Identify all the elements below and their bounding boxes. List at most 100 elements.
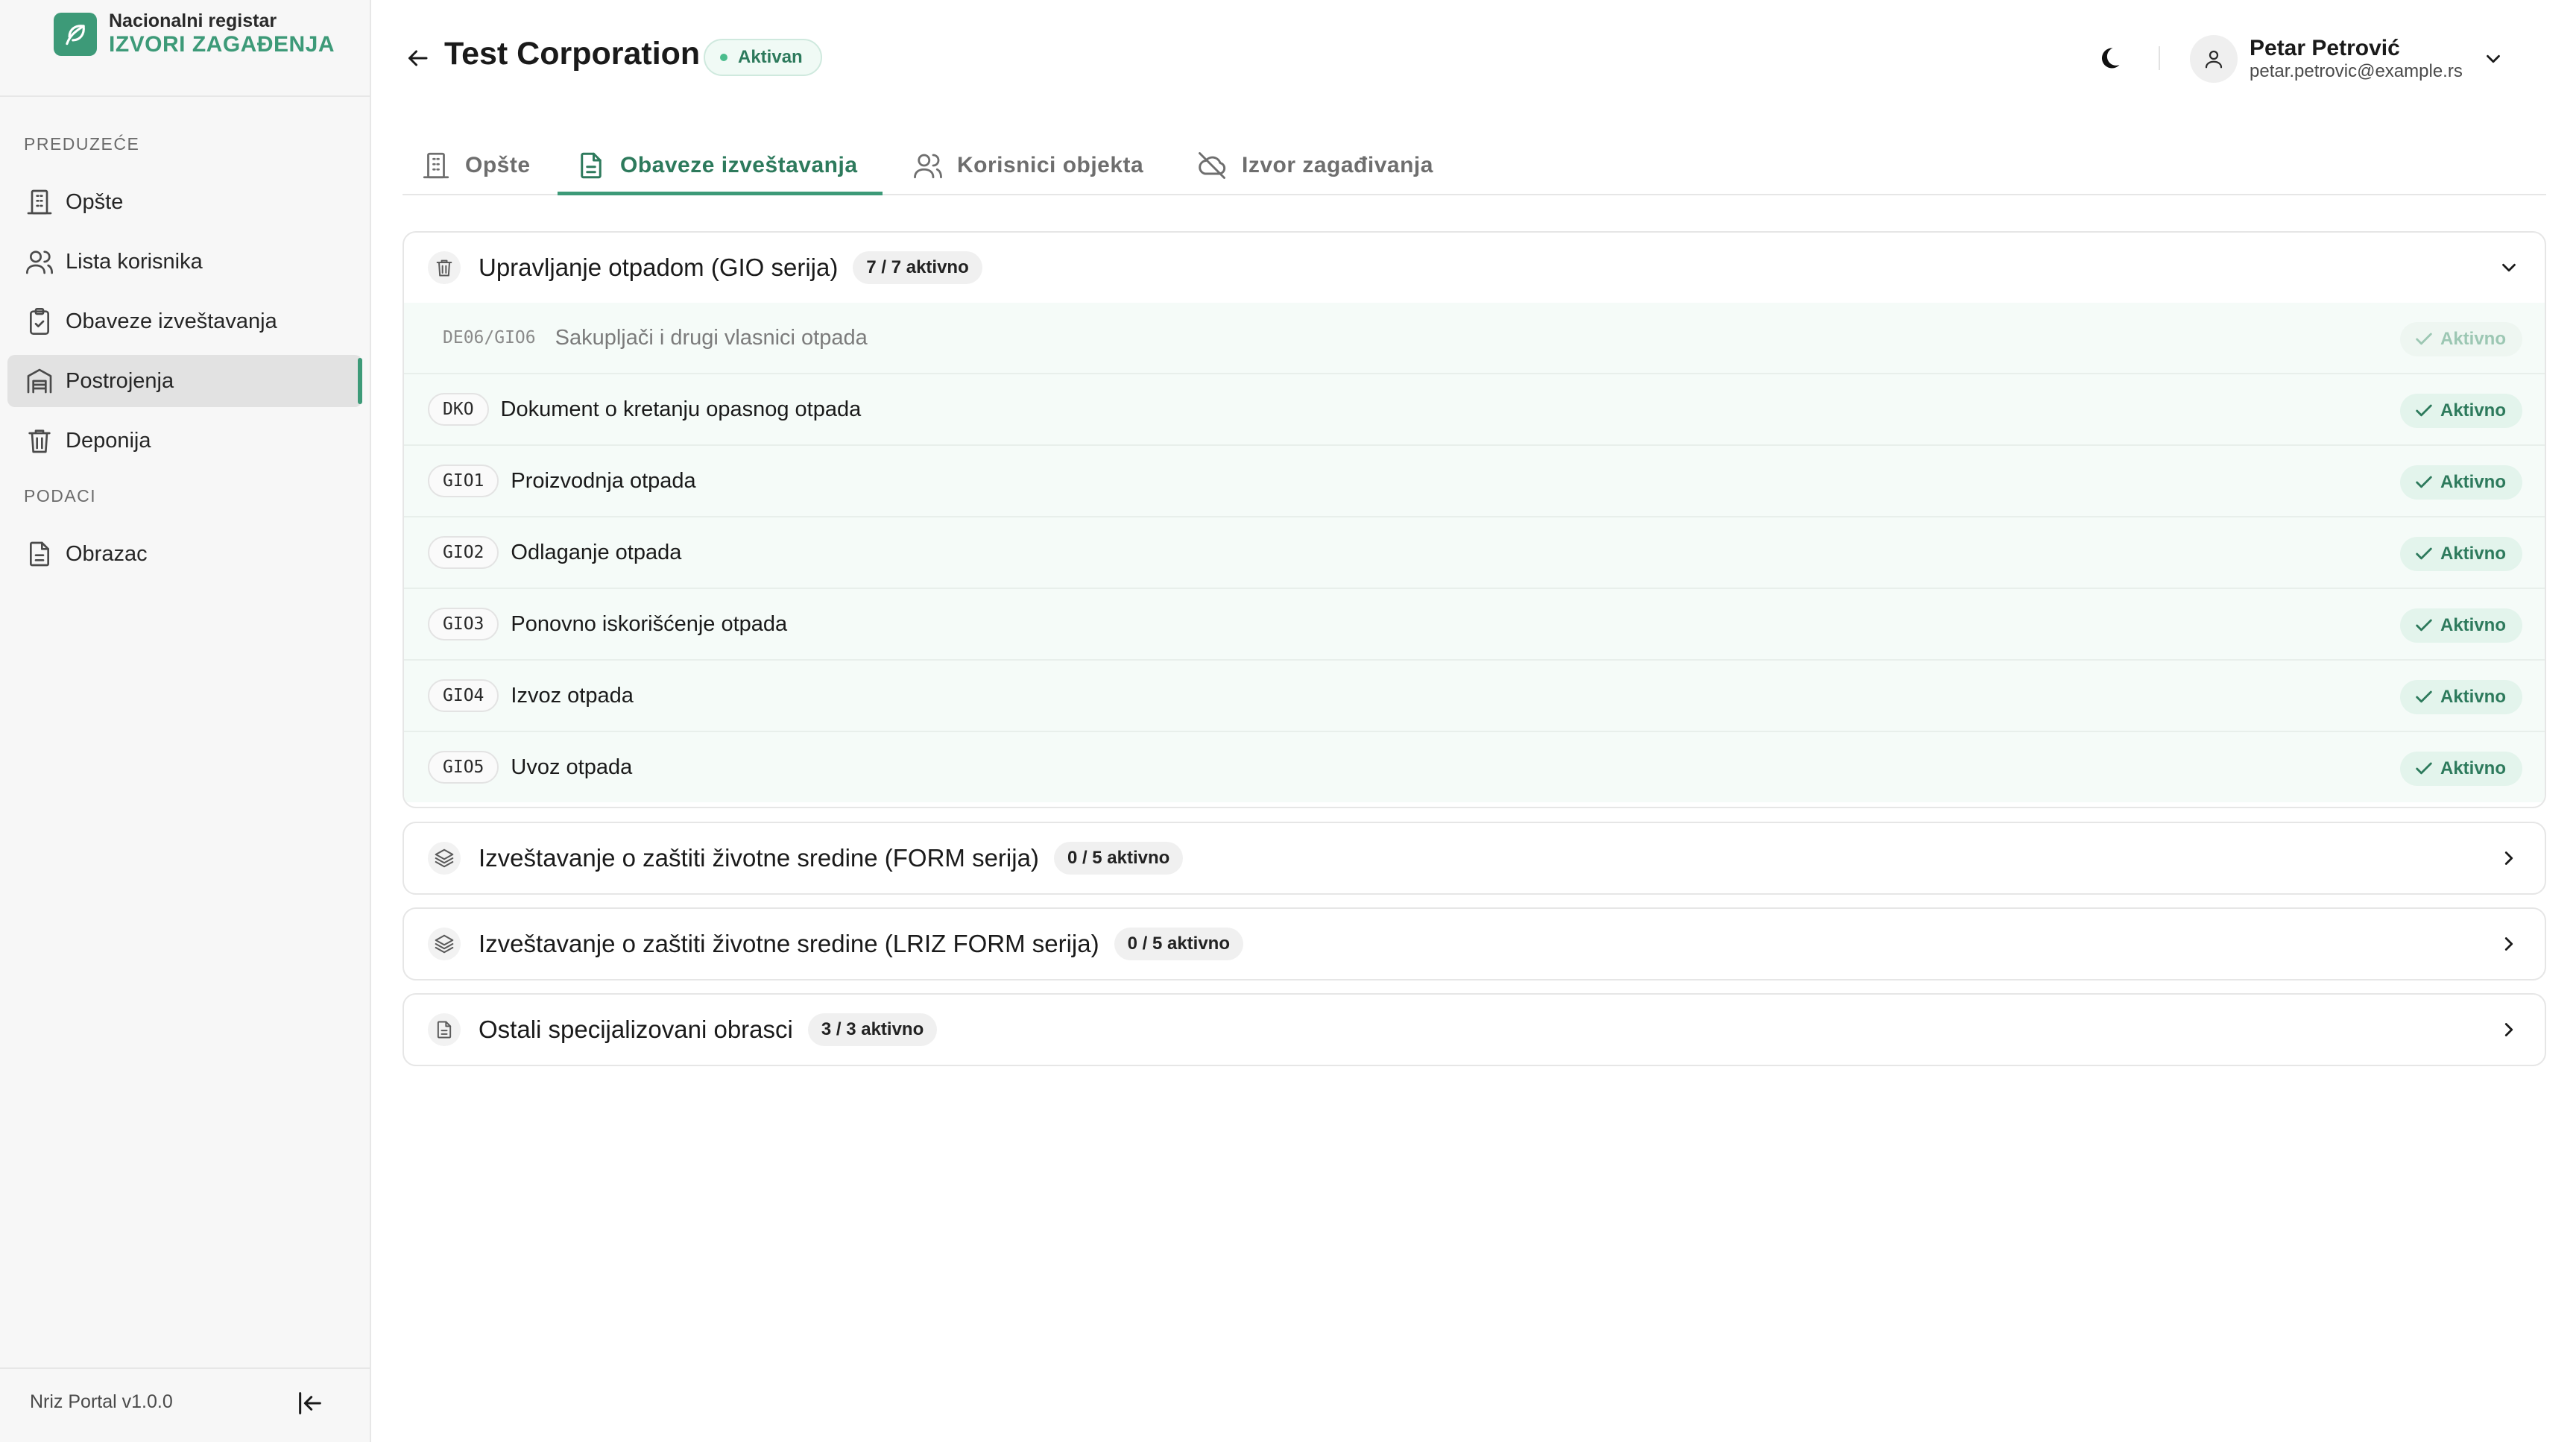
brand[interactable]: Nacionalni registar IZVORI ZAGAĐENJA xyxy=(54,12,335,56)
check-icon xyxy=(2416,333,2432,345)
user-email: petar.petrovic@example.rs xyxy=(2250,61,2463,82)
users-icon xyxy=(912,150,944,181)
status-dot-icon xyxy=(720,54,727,61)
sidebar-item-opste[interactable]: Opšte xyxy=(7,176,362,228)
status-label: Aktivan xyxy=(738,47,803,67)
status-badge: Aktivno xyxy=(2399,465,2522,500)
back-button[interactable] xyxy=(400,40,435,76)
sidebar-item-deponija[interactable]: Deponija xyxy=(7,415,362,467)
status-badge: Aktivno xyxy=(2399,537,2522,571)
obligation-code: GIO3 xyxy=(428,608,499,640)
nav-section-preduzece: PREDUZEĆE xyxy=(24,134,140,154)
obligation-code: GIO2 xyxy=(428,536,499,569)
group-count-badge: 7 / 7 aktivno xyxy=(853,251,982,284)
obligation-label: Sakupljači i drugi vlasnici otpada xyxy=(555,325,868,350)
sidebar-item-label: Deponija xyxy=(66,428,151,453)
sidebar-item-label: Postrojenja xyxy=(66,368,174,393)
group-header[interactable]: Izveštavanje o zaštiti životne sredine (… xyxy=(404,823,2545,893)
sidebar-item-lista-korisnika[interactable]: Lista korisnika xyxy=(7,236,362,288)
tab-label: Korisnici objekta xyxy=(957,153,1144,177)
sidebar-item-obaveze-izvestavanja[interactable]: Obaveze izveštavanja xyxy=(7,295,362,347)
clipboard-check-icon xyxy=(24,306,55,337)
sidebar-item-postrojenja[interactable]: Postrojenja xyxy=(7,355,362,407)
chevron-right-icon[interactable] xyxy=(2493,928,2525,960)
building-icon xyxy=(420,150,452,181)
warehouse-icon xyxy=(24,365,55,397)
obligation-code: GIO5 xyxy=(428,751,499,784)
sidebar-item-label: Opšte xyxy=(66,189,124,214)
status-label: Aktivno xyxy=(2440,400,2506,421)
leaf-logo-icon xyxy=(54,12,97,56)
collapse-left-icon xyxy=(299,1392,321,1414)
group-title: Upravljanje otpadom (GIO serija) xyxy=(479,254,839,281)
obligation-label: Izvoz otpada xyxy=(511,683,634,708)
status-badge: Aktivno xyxy=(2399,322,2522,356)
obligation-group-form: Izveštavanje o zaštiti životne sredine (… xyxy=(402,822,2546,895)
layers-icon xyxy=(428,842,461,875)
obligation-code: GIO1 xyxy=(428,465,499,497)
trash-icon xyxy=(24,425,55,456)
group-count-badge: 0 / 5 aktivno xyxy=(1114,928,1243,960)
moon-icon xyxy=(2101,48,2120,69)
theme-toggle-button[interactable] xyxy=(2092,40,2127,76)
divider xyxy=(0,1367,370,1369)
tab-izvor-zagadjivanja[interactable]: Izvor zagađivanja xyxy=(1178,137,1461,194)
status-label: Aktivno xyxy=(2440,329,2506,349)
status-badge: Aktivno xyxy=(2399,608,2522,643)
check-icon xyxy=(2416,547,2432,560)
tab-bar: Opšte Obaveze izveštavanja Korisnici obj… xyxy=(402,137,2546,195)
trash-icon xyxy=(428,251,461,284)
tab-opste[interactable]: Opšte xyxy=(402,137,547,194)
sidebar: Nacionalni registar IZVORI ZAGAĐENJA PRE… xyxy=(0,0,371,1442)
tab-label: Opšte xyxy=(465,153,531,177)
obligation-row[interactable]: GIO3 Ponovno iskorišćenje otpada Aktivno xyxy=(404,588,2545,659)
user-menu[interactable]: Petar Petrović petar.petrovic@example.rs xyxy=(2190,33,2504,85)
group-header[interactable]: Ostali specijalizovani obrasci 3 / 3 akt… xyxy=(404,995,2545,1065)
group-header[interactable]: Izveštavanje o zaštiti životne sredine (… xyxy=(404,909,2545,979)
obligation-row[interactable]: GIO4 Izvoz otpada Aktivno xyxy=(404,659,2545,731)
chevron-right-icon[interactable] xyxy=(2493,1013,2525,1046)
obligation-row[interactable]: GIO1 Proizvodnja otpada Aktivno xyxy=(404,444,2545,516)
brand-line1: Nacionalni registar xyxy=(109,10,277,31)
check-icon xyxy=(2416,476,2432,488)
chevron-down-icon[interactable] xyxy=(2493,251,2525,284)
obligation-code: GIO4 xyxy=(428,679,499,712)
sidebar-item-label: Obaveze izveštavanja xyxy=(66,309,277,333)
status-badge: Aktivno xyxy=(2399,680,2522,714)
tab-label: Obaveze izveštavanja xyxy=(620,153,858,177)
group-title: Izveštavanje o zaštiti životne sredine (… xyxy=(479,930,1099,957)
users-icon xyxy=(24,246,55,277)
brand-line2: IZVORI ZAGAĐENJA xyxy=(109,32,335,57)
page-title: Test Corporation xyxy=(444,36,701,72)
group-title: Izveštavanje o zaštiti životne sredine (… xyxy=(479,844,1039,872)
obligation-row[interactable]: DE06/GIO6 Sakupljači i drugi vlasnici ot… xyxy=(404,303,2545,373)
avatar xyxy=(2190,35,2238,83)
nav-section-podaci: PODACI xyxy=(24,486,97,506)
chevron-right-icon[interactable] xyxy=(2493,842,2525,875)
obligation-code: DE06/GIO6 xyxy=(443,328,536,347)
obligation-list: DE06/GIO6 Sakupljači i drugi vlasnici ot… xyxy=(404,303,2545,802)
obligation-label: Proizvodnja otpada xyxy=(511,468,696,493)
sidebar-item-obrazac[interactable]: Obrazac xyxy=(7,528,362,580)
sidebar-item-label: Obrazac xyxy=(66,541,148,566)
obligation-row[interactable]: DKO Dokument o kretanju opasnog otpada A… xyxy=(404,373,2545,444)
collapse-sidebar-button[interactable] xyxy=(292,1385,328,1421)
check-icon xyxy=(2416,619,2432,632)
status-label: Aktivno xyxy=(2440,472,2506,492)
status-badge: Aktivno xyxy=(2399,394,2522,428)
group-header[interactable]: Upravljanje otpadom (GIO serija) 7 / 7 a… xyxy=(404,233,2545,303)
tab-obaveze-izvestavanja[interactable]: Obaveze izveštavanja xyxy=(558,137,883,195)
chevron-down-icon xyxy=(2482,48,2504,70)
building-icon xyxy=(24,186,55,218)
obligation-row[interactable]: GIO2 Odlaganje otpada Aktivno xyxy=(404,516,2545,588)
app-version: Nriz Portal v1.0.0 xyxy=(30,1391,173,1412)
check-icon xyxy=(2416,404,2432,417)
obligation-code: DKO xyxy=(428,393,489,426)
tab-korisnici-objekta[interactable]: Korisnici objekta xyxy=(894,137,1175,194)
group-title: Ostali specijalizovani obrasci xyxy=(479,1016,793,1043)
obligation-label: Ponovno iskorišćenje otpada xyxy=(511,611,788,636)
document-icon xyxy=(575,150,607,181)
layers-icon xyxy=(428,928,461,960)
group-count-badge: 0 / 5 aktivno xyxy=(1053,842,1184,875)
obligation-row[interactable]: GIO5 Uvoz otpada Aktivno xyxy=(404,731,2545,802)
